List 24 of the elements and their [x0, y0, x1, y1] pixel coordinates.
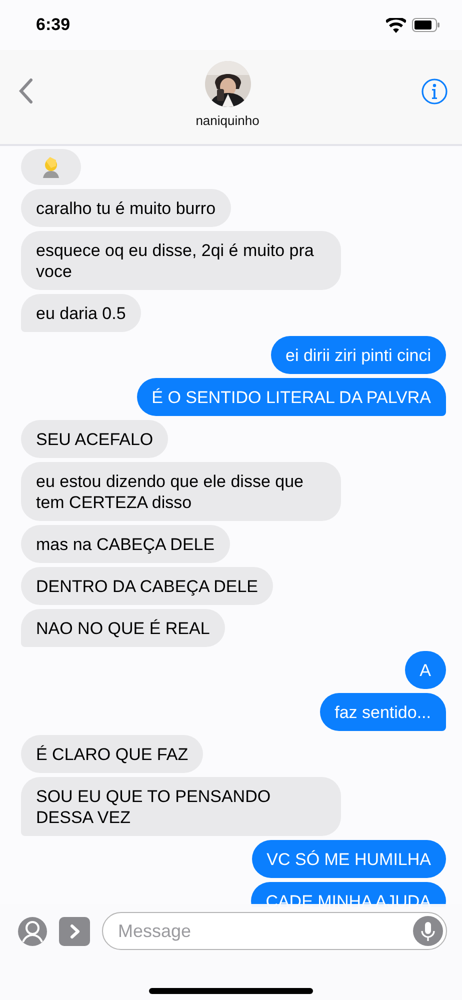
battery-icon: [412, 18, 440, 32]
message-bubble: mas na CABEÇA DELE: [21, 525, 230, 563]
message-bubble: SOU EU QUE TO PENSANDO DESSA VEZ: [21, 777, 341, 836]
message-bubble: faz sentido...: [320, 693, 446, 731]
microphone-icon[interactable]: [413, 916, 443, 946]
message-bubble: caralho tu é muito burro: [21, 189, 231, 227]
message-bubble: VC SÓ ME HUMILHA: [252, 840, 446, 878]
message-bubble: eu daria 0.5: [21, 294, 141, 332]
apps-chevron-icon[interactable]: [59, 916, 90, 946]
wifi-icon: [386, 18, 406, 32]
contact-name: naniquinho: [196, 113, 260, 128]
message-bubble: eu estou dizendo que ele disse que tem CERTEZA disso: [21, 462, 341, 521]
contact-icon[interactable]: [18, 916, 47, 946]
message-bubble: A: [404, 651, 446, 689]
status-time: 6:39: [36, 15, 70, 35]
message-bubble: É O SENTIDO LITERAL DA PALVRA: [136, 378, 446, 416]
message-bubble: SEU ACEFALO: [21, 420, 168, 458]
message-bubble: DENTRO DA CABEÇA DELE: [21, 567, 274, 605]
message-bubble: esquece oq eu disse, 2qi é muito pra voce: [21, 231, 341, 290]
message-bubble: É CLARO QUE FAZ: [21, 735, 204, 773]
message-bubble: ei dirii ziri pinti cinci: [270, 336, 446, 374]
message-bubble: NAO NO QUE É REAL: [21, 609, 225, 647]
facepalm-emoji-icon: [40, 156, 62, 178]
message-field[interactable]: Message: [102, 912, 447, 950]
